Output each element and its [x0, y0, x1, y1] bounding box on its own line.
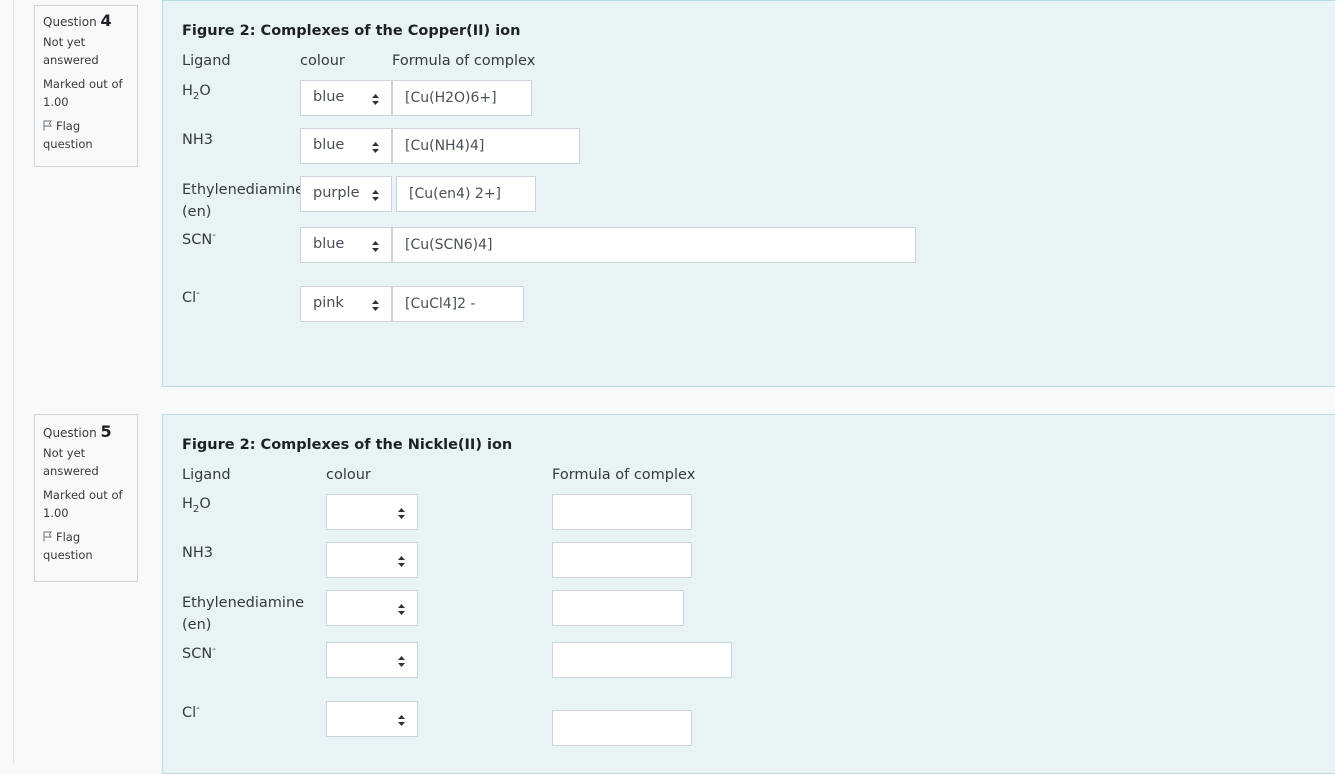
- updown-caret-icon: [398, 715, 405, 726]
- ligand-cl: Cl-: [182, 288, 200, 306]
- ligand-ethylenediamine: Ethylenediamine (en): [182, 182, 305, 220]
- flag-question-link[interactable]: Flag question: [43, 528, 137, 564]
- flag-icon: [43, 120, 52, 131]
- figure-title: Figure 2: Complexes of the Copper(II) io…: [182, 23, 521, 39]
- formula-input-scn[interactable]: [552, 642, 732, 678]
- colour-select-cl[interactable]: pink: [300, 286, 392, 322]
- colour-select-cl[interactable]: [326, 701, 418, 737]
- header-colour: colour: [326, 467, 371, 483]
- flag-icon: [43, 531, 52, 542]
- colour-select-scn[interactable]: blue: [300, 227, 392, 263]
- question-formulation-5: Figure 2: Complexes of the Nickle(II) io…: [162, 414, 1335, 774]
- updown-caret-icon: [372, 300, 379, 311]
- question-formulation-4: Figure 2: Complexes of the Copper(II) io…: [162, 0, 1335, 387]
- question-number: Question 5: [43, 422, 112, 441]
- header-formula: Formula of complex: [552, 467, 696, 483]
- question-state: Not yet answered: [43, 446, 99, 478]
- colour-select-nh3[interactable]: blue: [300, 128, 392, 164]
- updown-caret-icon: [398, 656, 405, 667]
- formula-input-cl[interactable]: [CuCl4]2 -: [392, 286, 524, 322]
- colour-select-nh3[interactable]: [326, 542, 418, 578]
- formula-input-ethylenediamine[interactable]: [552, 590, 684, 626]
- formula-input-nh3[interactable]: [552, 542, 692, 578]
- header-colour: colour: [300, 53, 345, 69]
- question-info-4: Question 4 Not yet answered Marked out o…: [34, 5, 138, 167]
- ligand-scn: SCN-: [182, 230, 216, 248]
- question-state: Not yet answered: [43, 35, 99, 67]
- formula-input-cl[interactable]: [552, 710, 692, 746]
- formula-input-h2o[interactable]: [552, 494, 692, 530]
- updown-caret-icon: [372, 241, 379, 252]
- ligand-h2o: H2O: [182, 83, 211, 102]
- flag-question-link[interactable]: Flag question: [43, 117, 137, 153]
- ligand-h2o: H2O: [182, 496, 211, 515]
- colour-select-h2o[interactable]: [326, 494, 418, 530]
- page-divider: [13, 0, 14, 763]
- colour-select-h2o[interactable]: blue: [300, 80, 392, 116]
- updown-caret-icon: [398, 508, 405, 519]
- updown-caret-icon: [372, 142, 379, 153]
- question-info-5: Question 5 Not yet answered Marked out o…: [34, 414, 138, 582]
- formula-input-h2o[interactable]: [Cu(H2O)6+]: [392, 80, 532, 116]
- colour-select-ethylenediamine[interactable]: [326, 590, 418, 626]
- question-grade: Marked out of 1.00: [43, 77, 123, 109]
- formula-input-nh3[interactable]: [Cu(NH4)4]: [392, 128, 580, 164]
- figure-title: Figure 2: Complexes of the Nickle(II) io…: [182, 437, 513, 453]
- question-grade: Marked out of 1.00: [43, 488, 123, 520]
- ligand-nh3: NH3: [182, 545, 213, 561]
- ligand-nh3: NH3: [182, 132, 213, 148]
- header-ligand: Ligand: [182, 53, 231, 69]
- updown-caret-icon: [372, 94, 379, 105]
- header-formula: Formula of complex: [392, 53, 536, 69]
- updown-caret-icon: [398, 556, 405, 567]
- header-ligand: Ligand: [182, 467, 231, 483]
- ligand-ethylenediamine: Ethylenediamine (en): [182, 595, 305, 633]
- colour-select-ethylenediamine[interactable]: purple: [300, 176, 392, 212]
- ligand-scn: SCN-: [182, 644, 216, 662]
- ligand-cl: Cl-: [182, 703, 200, 721]
- updown-caret-icon: [372, 190, 379, 201]
- question-number: Question 4: [43, 11, 112, 30]
- formula-input-ethylenediamine[interactable]: [Cu(en4) 2+]: [396, 176, 536, 212]
- colour-select-scn[interactable]: [326, 642, 418, 678]
- formula-input-scn[interactable]: [Cu(SCN6)4]: [392, 227, 916, 263]
- updown-caret-icon: [398, 604, 405, 615]
